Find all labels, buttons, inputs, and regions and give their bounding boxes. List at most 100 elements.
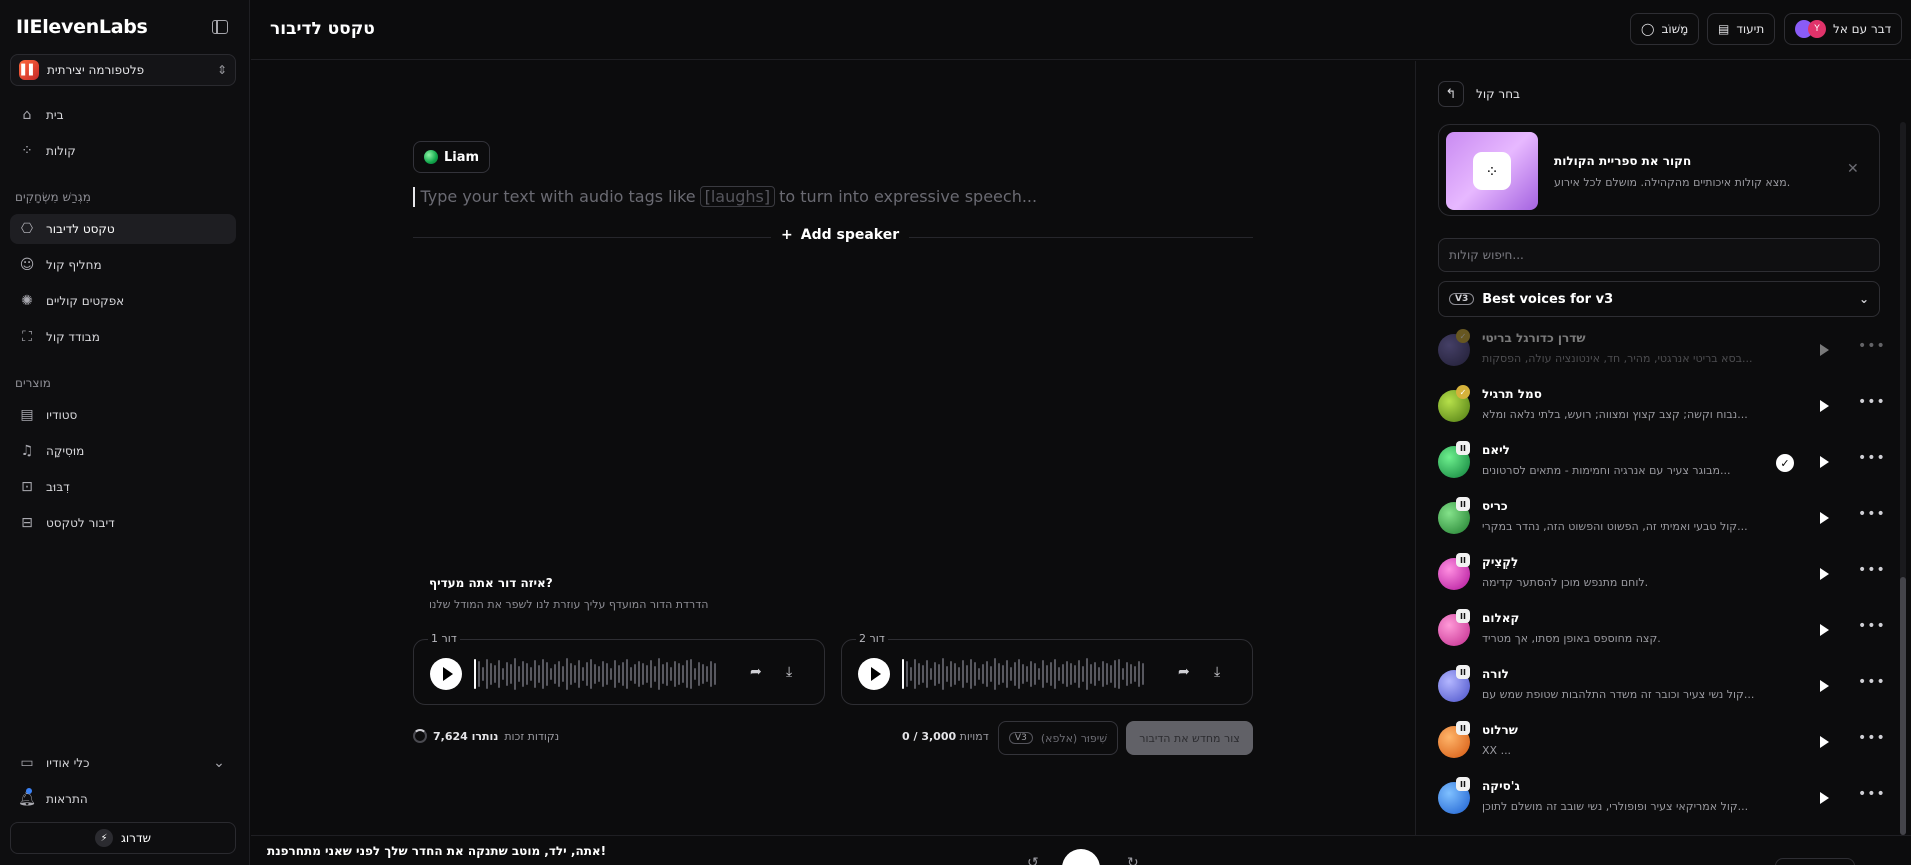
rewind-icon[interactable]: ↺ [1027, 855, 1039, 865]
voice-orb-icon [424, 150, 438, 164]
brand-logo[interactable]: IIElevenLabs [16, 16, 148, 38]
sidebar-item-sound-effects[interactable]: ✺ אפקטים קוליים [10, 286, 236, 316]
sidebar-item-audio-tools[interactable]: ▭ כלי אודיו ⌄ [10, 748, 236, 778]
waveform-bar [630, 667, 632, 681]
back-arrow-icon[interactable]: ↰ [1438, 81, 1464, 107]
voice-row[interactable]: II ליאם מבוגר צעיר עם אנרגיה וחמימות - מתא… [1438, 440, 1885, 486]
waveform-bar [494, 665, 496, 683]
waveform[interactable] [474, 657, 734, 691]
voice-category-select[interactable]: V3 Best voices for v3 ⌄ [1438, 281, 1880, 317]
panel-scrollbar[interactable] [1900, 122, 1906, 835]
sidebar: IIElevenLabs ▌▌ פלטפורמה יצירתית ⇕ ⌂ בית… [0, 0, 250, 865]
voice-row[interactable]: II לִקְצִיק לוחם מתנפש מוכן להסתער קדימה. •… [1438, 552, 1885, 598]
sidebar-item-studio[interactable]: ▤ סטודיו [10, 400, 236, 430]
waveform-bar [982, 664, 984, 684]
sidebar-item-label: התראות [46, 792, 88, 806]
speaker-chip[interactable]: Liam [413, 141, 491, 173]
dubbing-icon: ⊡ [21, 479, 33, 495]
voice-row[interactable]: II לורה קול נשי צעיר וכובר זה משדר התלהבות… [1438, 664, 1885, 710]
voice-library-promo[interactable]: ⁘ חקור את ספריית הקולות מצא קולות איכותי… [1438, 124, 1880, 216]
generation-card-1[interactable]: דור 1 ➦ ⤓ [413, 632, 825, 705]
chevron-down-icon: ⌄ [1858, 292, 1869, 306]
waveform-bar [590, 659, 592, 689]
more-icon[interactable]: ••• [1858, 618, 1886, 634]
waveform-bar [478, 661, 480, 687]
voice-row[interactable]: II ג'סיקה קול אמריקאי צעיר ופופולרי, נשי ש… [1438, 776, 1885, 822]
more-icon[interactable]: ••• [1858, 562, 1886, 578]
waveform-bar [970, 659, 972, 689]
feedback-button[interactable]: ◯ מָשׁוֹב [1630, 13, 1700, 45]
forward-icon[interactable]: ↻ [1127, 855, 1139, 865]
waveform-bar [514, 658, 516, 690]
more-icon[interactable]: ••• [1858, 730, 1886, 746]
waveform-bar [1126, 662, 1128, 686]
chevron-updown-icon: ⇕ [216, 63, 227, 77]
more-icon[interactable]: ••• [1858, 786, 1886, 802]
waveform-bar [1094, 662, 1096, 686]
share-icon[interactable]: ➦ [1178, 664, 1190, 680]
voice-name: שדרן כדורגל בריטי [1482, 331, 1586, 345]
sidebar-item-notifications[interactable]: 🔔︎ התראות [10, 784, 236, 814]
voice-description: XX ... [1482, 744, 1512, 757]
waveform-bar [570, 663, 572, 685]
sidebar-item-speech-to-text[interactable]: ⊟ דיבור לטקסט [10, 508, 236, 538]
waveform[interactable] [902, 657, 1162, 691]
sidebar-item-voice-changer[interactable]: ☺ מחליף קול [10, 250, 236, 280]
play-icon[interactable] [1820, 792, 1829, 804]
more-icon[interactable]: ••• [1858, 506, 1886, 522]
play-icon[interactable] [1820, 344, 1829, 356]
voice-row[interactable]: II כריס קול טבעי ואמיתי זה, הפשוט והפשוט ה… [1438, 496, 1885, 542]
sidebar-item-voice-isolator[interactable]: ⛶ מבודד קול [10, 322, 236, 352]
more-icon[interactable]: ••• [1858, 338, 1886, 354]
play-button[interactable] [430, 658, 462, 690]
sidebar-item-voices[interactable]: ⁘ קולות [10, 136, 236, 166]
sidebar-item-dubbing[interactable]: ⊡ דִבּוּב [10, 472, 236, 502]
sidebar-item-text-to-speech[interactable]: ⎔ טקסט לדיבור [10, 214, 236, 244]
play-icon[interactable] [1820, 680, 1829, 692]
sidebar-collapse-icon[interactable] [212, 20, 228, 34]
more-icon[interactable]: ••• [1858, 674, 1886, 690]
play-icon[interactable] [1820, 736, 1829, 748]
voice-row[interactable]: II קאלום קצה מחוספס באופן מסתו, אך מטריד. •… [1438, 608, 1885, 654]
waveform-bar [582, 667, 584, 681]
play-button[interactable] [858, 658, 890, 690]
add-speaker-button[interactable]: + Add speaker [771, 227, 910, 243]
play-icon[interactable] [1820, 400, 1829, 412]
player-play-button[interactable] [1062, 849, 1100, 865]
close-icon[interactable]: ✕ [1847, 161, 1859, 177]
share-icon[interactable]: ➦ [750, 664, 762, 680]
text-input[interactable]: Type your text with audio tags like [lau… [413, 186, 1037, 207]
voice-description: מבוגר צעיר עם אנרגיה וחמימות - מתאים לסר… [1482, 464, 1731, 477]
play-icon[interactable] [1820, 512, 1829, 524]
voice-row[interactable]: ✓ סמל תרגיל נבוח וקשה; קצב קצוץ ומצווה; רו… [1438, 384, 1885, 430]
talk-to-el-button[interactable]: Y דבר עם אל [1784, 13, 1903, 45]
voice-row[interactable]: ✓ שדרן כדורגל בריטי בסא בריטי אנרגטי, מהיר… [1438, 328, 1885, 374]
more-icon[interactable]: ••• [1858, 394, 1886, 410]
waveform-bar [642, 663, 644, 685]
more-icon[interactable]: ••• [1858, 450, 1886, 466]
download-icon[interactable]: ⤓ [1214, 664, 1220, 680]
docs-button[interactable]: ▤ תיעוד [1707, 13, 1776, 45]
waveform-bar [690, 659, 692, 689]
player-download-button[interactable] [1775, 858, 1855, 865]
enhance-button[interactable]: V3 שִׁיפּוּר (אלפא) [998, 721, 1118, 755]
upgrade-button[interactable]: ⚡︎ שדרוג [10, 822, 236, 854]
voices-grid-icon: ⁘ [1473, 152, 1511, 190]
play-icon[interactable] [1820, 568, 1829, 580]
regenerate-button[interactable]: צור מחדש את הדיבור [1126, 721, 1253, 755]
scrollbar-thumb[interactable] [1900, 577, 1906, 835]
sidebar-item-music[interactable]: ♫ מוּסִיקָה [10, 436, 236, 466]
waveform-bar [1006, 660, 1008, 688]
waveform-bar [526, 663, 528, 685]
generation-card-2[interactable]: דור 2 ➦ ⤓ [841, 632, 1253, 705]
play-icon[interactable] [1820, 624, 1829, 636]
voice-row[interactable]: II שרלוט XX ... ••• [1438, 720, 1885, 766]
download-icon[interactable]: ⤓ [786, 664, 792, 680]
play-icon[interactable] [1820, 456, 1829, 468]
preference-question: איזה דור אתה מעדיף? [429, 576, 553, 590]
waveform-bar [910, 667, 912, 681]
workspace-selector[interactable]: ▌▌ פלטפורמה יצירתית ⇕ [10, 54, 236, 86]
waveform-bar [1070, 663, 1072, 685]
voice-search-input[interactable] [1438, 238, 1880, 272]
sidebar-item-home[interactable]: ⌂ בית [10, 100, 236, 130]
